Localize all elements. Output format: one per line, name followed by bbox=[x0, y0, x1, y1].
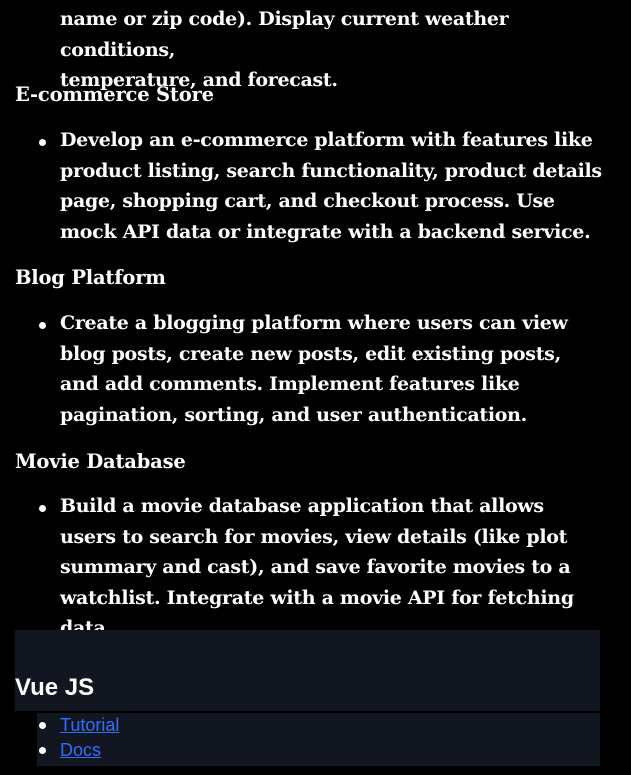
section-heading-blog: Blog Platform bbox=[15, 266, 166, 289]
bullet-dot-icon bbox=[39, 505, 46, 512]
vue-section-panel bbox=[15, 630, 600, 711]
bullet-dot-icon bbox=[39, 722, 46, 729]
blog-description: Create a blogging platform where users c… bbox=[60, 312, 568, 426]
section-heading-movie: Movie Database bbox=[15, 450, 186, 473]
docs-link[interactable]: Docs bbox=[60, 739, 101, 761]
ecommerce-description: Develop an e-commerce platform with feat… bbox=[60, 129, 602, 243]
bullet-dot-icon bbox=[39, 322, 46, 329]
weather-description-line-1: name or zip code). Display current weath… bbox=[60, 8, 509, 61]
weather-app-description: name or zip code). Display current weath… bbox=[60, 4, 605, 96]
movie-description: Build a movie database application that … bbox=[60, 495, 574, 640]
tutorial-link[interactable]: Tutorial bbox=[60, 714, 119, 736]
vue-section-title: Vue JS bbox=[15, 674, 95, 701]
vue-links-list bbox=[37, 713, 600, 766]
bullet-dot-icon bbox=[39, 747, 46, 754]
bullet-dot-icon bbox=[39, 139, 46, 146]
section-heading-ecommerce: E-commerce Store bbox=[15, 83, 214, 106]
